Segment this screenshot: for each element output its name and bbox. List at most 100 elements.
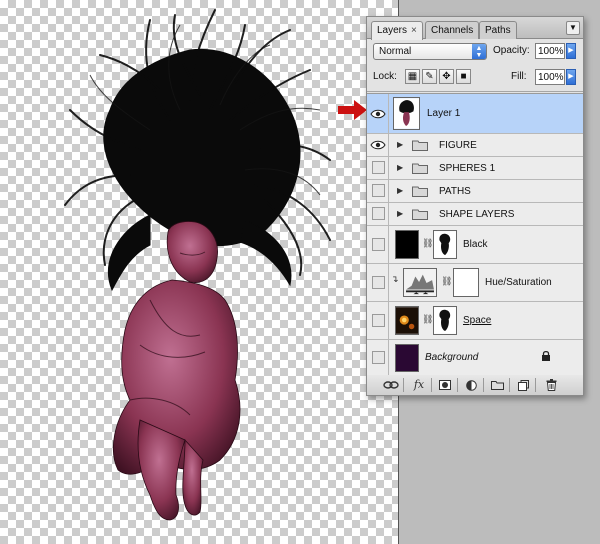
lock-transparency-icon[interactable]: ▦ <box>405 69 420 84</box>
lock-all-icon[interactable]: ■ <box>456 69 471 84</box>
layer-row-shape-layers[interactable]: ▶ SHAPE LAYERS <box>367 203 583 226</box>
layer-thumbnail <box>395 306 419 335</box>
divider <box>457 378 458 392</box>
panel-footer: fx <box>367 375 583 395</box>
document-canvas[interactable] <box>0 0 398 544</box>
visibility-toggle[interactable] <box>367 264 389 301</box>
select-arrows-icon: ▲ ▼ <box>472 44 486 59</box>
layer-row-layer-1[interactable]: Layer 1 <box>367 94 583 134</box>
clip-arrow-icon: ↴ <box>391 274 399 284</box>
panel-tab-strip: Layers × Channels Paths ▼ <box>367 17 583 40</box>
tab-channels[interactable]: Channels <box>425 21 480 39</box>
divider <box>509 378 510 392</box>
layer-thumbnail <box>395 230 419 259</box>
mask-thumbnail <box>433 230 457 259</box>
disclosure-triangle-icon[interactable]: ▶ <box>397 186 403 195</box>
tab-layers-label: Layers <box>377 25 408 36</box>
disclosure-triangle-icon[interactable]: ▶ <box>397 163 403 172</box>
divider <box>535 378 536 392</box>
visibility-toggle[interactable] <box>367 302 389 339</box>
opacity-value: 100% <box>538 46 564 57</box>
new-layer-icon[interactable] <box>513 378 533 392</box>
close-icon[interactable]: × <box>411 25 417 36</box>
disclosure-triangle-icon[interactable]: ▶ <box>397 140 403 149</box>
eye-icon <box>370 140 386 150</box>
visibility-box <box>372 276 385 289</box>
blend-mode-select[interactable]: Normal ▲ ▼ <box>373 43 487 60</box>
visibility-toggle[interactable] <box>367 157 389 179</box>
trash-icon[interactable] <box>541 378 561 392</box>
visibility-box <box>372 314 385 327</box>
lock-row: Lock: ▦ ✎ ✥ ■ Fill: 100% ▶ <box>373 69 579 87</box>
visibility-box <box>372 351 385 364</box>
disclosure-triangle-icon[interactable]: ▶ <box>397 209 403 218</box>
layer-thumbnail <box>395 344 419 372</box>
divider <box>403 378 404 392</box>
visibility-box <box>372 238 385 251</box>
mask-thumbnail <box>433 306 457 335</box>
tab-paths-label: Paths <box>485 25 511 36</box>
visibility-toggle[interactable] <box>367 180 389 202</box>
link-layers-icon[interactable] <box>381 378 401 392</box>
layer-row-black[interactable]: ⛓ Black <box>367 226 583 264</box>
panel-menu-icon[interactable]: ▼ <box>566 21 580 35</box>
folder-icon <box>412 140 428 151</box>
visibility-toggle[interactable] <box>367 203 389 225</box>
fill-field[interactable]: 100% <box>535 69 565 85</box>
lock-position-icon[interactable]: ✥ <box>439 69 454 84</box>
layer-name: SPHERES 1 <box>439 163 496 174</box>
hair-figure-artwork <box>64 9 331 521</box>
layer-row-spheres-1[interactable]: ▶ SPHERES 1 <box>367 157 583 180</box>
visibility-box <box>372 161 385 174</box>
eye-icon <box>370 109 386 119</box>
fx-icon[interactable]: fx <box>409 378 429 392</box>
mask-link-icon[interactable]: ⛓ <box>422 314 433 325</box>
lock-label: Lock: <box>373 71 397 82</box>
folder-icon <box>412 209 428 220</box>
layer-row-hue-saturation[interactable]: ↴ ⛓ Hue/Saturation <box>367 264 583 302</box>
divider <box>483 378 484 392</box>
visibility-toggle[interactable] <box>367 94 389 133</box>
layer-name: PATHS <box>439 186 471 197</box>
tab-channels-label: Channels <box>431 25 474 36</box>
visibility-box <box>372 184 385 197</box>
layer-name: Background <box>425 352 479 363</box>
mask-thumbnail <box>453 268 479 297</box>
layer-name: Hue/Saturation <box>485 277 552 288</box>
visibility-toggle[interactable] <box>367 340 389 376</box>
visibility-toggle[interactable] <box>367 226 389 263</box>
visibility-toggle[interactable] <box>367 134 389 156</box>
divider <box>431 378 432 392</box>
add-mask-icon[interactable] <box>435 378 455 392</box>
new-adjustment-icon[interactable] <box>461 378 481 392</box>
lock-brush-icon[interactable]: ✎ <box>422 69 437 84</box>
fill-label: Fill: <box>511 71 527 82</box>
lock-icon <box>542 350 550 361</box>
opacity-slider-arrow-icon[interactable]: ▶ <box>566 43 576 59</box>
layer-thumbnail <box>393 97 420 130</box>
blend-mode-value: Normal <box>379 46 412 57</box>
divider <box>367 91 583 92</box>
tab-layers[interactable]: Layers × <box>371 21 423 40</box>
folder-icon <box>412 163 428 174</box>
layer-name: Layer 1 <box>427 108 461 119</box>
fill-slider-arrow-icon[interactable]: ▶ <box>566 69 576 85</box>
fill-value: 100% <box>538 72 564 83</box>
mask-link-icon[interactable]: ⛓ <box>422 238 433 249</box>
layer-row-background[interactable]: Background <box>367 340 583 376</box>
layer-name: Space <box>463 315 492 326</box>
layer-row-figure[interactable]: ▶ FIGURE <box>367 134 583 157</box>
layer-name: Black <box>463 239 488 250</box>
tab-paths[interactable]: Paths <box>479 21 517 39</box>
annotation-arrow-icon <box>338 100 367 120</box>
opacity-field[interactable]: 100% <box>535 43 565 59</box>
layer-row-paths[interactable]: ▶ PATHS <box>367 180 583 203</box>
layer-name: SHAPE LAYERS <box>439 209 515 220</box>
layer-name: FIGURE <box>439 140 477 151</box>
new-group-icon[interactable] <box>487 378 507 392</box>
blend-row: Normal ▲ ▼ Opacity: 100% ▶ <box>373 43 579 61</box>
layer-row-space[interactable]: ⛓ Space <box>367 302 583 340</box>
folder-icon <box>412 186 428 197</box>
visibility-box <box>372 207 385 220</box>
mask-link-icon[interactable]: ⛓ <box>441 276 452 287</box>
